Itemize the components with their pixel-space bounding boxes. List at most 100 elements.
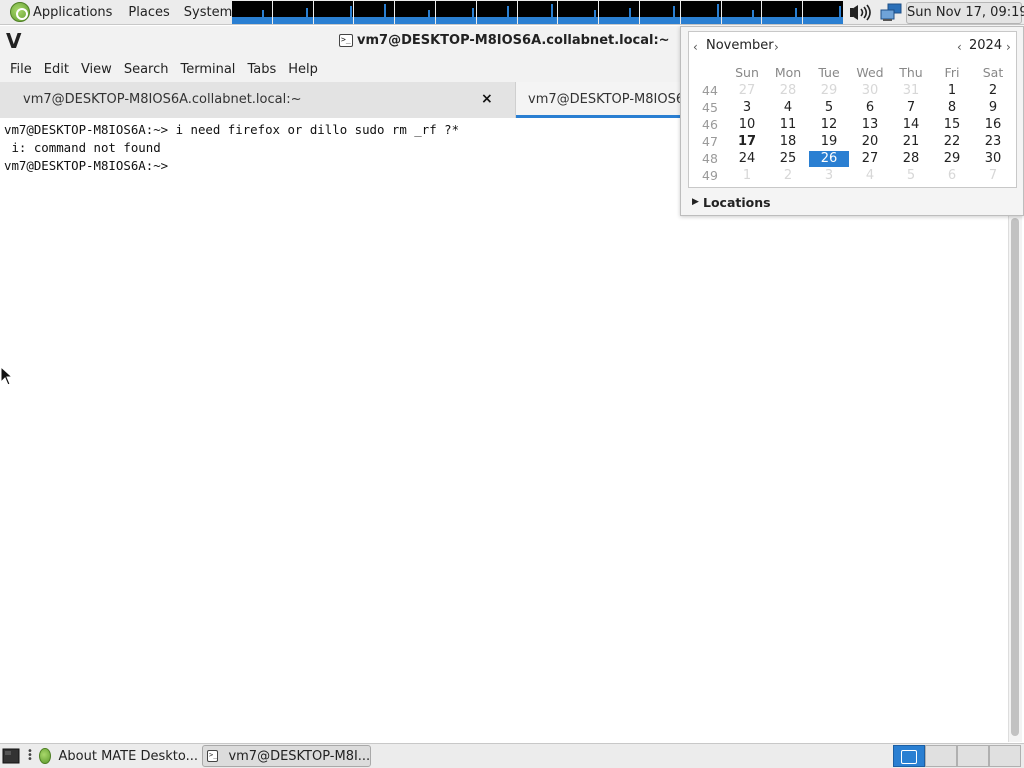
previous-month-icon[interactable]: ‹ <box>693 40 698 54</box>
clock-button[interactable]: Sun Nov 17, 09:19 <box>906 2 1024 24</box>
monitor-graph-spike <box>428 10 431 24</box>
monitor-graph-cell <box>435 1 476 24</box>
day-cell[interactable]: 10 <box>727 117 767 133</box>
day-cell[interactable]: 27 <box>850 151 890 167</box>
day-cell[interactable]: 28 <box>891 151 931 167</box>
network-icon[interactable] <box>880 3 902 22</box>
day-cell[interactable]: 5 <box>809 100 849 116</box>
window-title: vm7@DESKTOP-M8IOS6A.collabnet.local:~ <box>357 33 670 48</box>
month-label: November <box>706 38 774 53</box>
day-header: Wed <box>856 65 884 80</box>
show-desktop-icon[interactable] <box>2 748 20 764</box>
day-cell[interactable]: 29 <box>932 151 972 167</box>
workspace-4[interactable] <box>989 745 1021 767</box>
day-cell[interactable]: 29 <box>809 83 849 99</box>
day-cell[interactable]: 2 <box>768 168 808 184</box>
monitor-graph-fill <box>354 17 395 24</box>
day-cell[interactable]: 27 <box>727 83 767 99</box>
day-cell[interactable]: 7 <box>891 100 931 116</box>
menu-tabs[interactable]: Tabs <box>242 62 281 77</box>
day-cell[interactable]: 25 <box>768 151 808 167</box>
mate-logo-icon <box>10 2 30 22</box>
expand-arrow-icon[interactable]: ▶ <box>692 197 699 207</box>
system-monitor-applet[interactable] <box>232 1 844 24</box>
panel-handle[interactable]: • • • <box>27 747 33 765</box>
week-number: 48 <box>702 151 718 166</box>
monitor-graph-spike <box>349 6 352 24</box>
window-menu-icon[interactable]: V <box>6 29 21 53</box>
day-cell[interactable]: 1 <box>932 83 972 99</box>
day-cell[interactable]: 21 <box>891 134 931 150</box>
workspace-2[interactable] <box>925 745 957 767</box>
day-cell[interactable]: 20 <box>850 134 890 150</box>
locations-expander[interactable]: Locations <box>703 195 771 210</box>
day-cell[interactable]: 16 <box>973 117 1013 133</box>
today-day-cell[interactable]: 17 <box>727 134 767 150</box>
day-cell[interactable]: 3 <box>727 100 767 116</box>
day-header: Mon <box>774 65 802 80</box>
day-cell[interactable]: 3 <box>809 168 849 184</box>
day-cell[interactable]: 18 <box>768 134 808 150</box>
day-cell[interactable]: 4 <box>768 100 808 116</box>
close-tab-icon[interactable]: × <box>481 91 493 107</box>
day-header: Sun <box>735 65 759 80</box>
day-cell[interactable]: 13 <box>850 117 890 133</box>
day-cell[interactable]: 11 <box>768 117 808 133</box>
tab-terminal-1[interactable]: vm7@DESKTOP-M8IOS6A.collabnet.local:~ × <box>0 82 516 118</box>
menu-help[interactable]: Help <box>283 62 323 77</box>
workspace-3[interactable] <box>957 745 989 767</box>
places-menu[interactable]: Places <box>123 0 174 25</box>
monitor-graph-cell <box>313 1 354 24</box>
scrollbar-thumb[interactable] <box>1011 218 1019 736</box>
next-year-icon[interactable]: › <box>1006 40 1011 54</box>
day-cell[interactable]: 8 <box>932 100 972 116</box>
day-cell[interactable]: 9 <box>973 100 1013 116</box>
monitor-graph-spike <box>672 6 675 24</box>
day-cell[interactable]: 2 <box>973 83 1013 99</box>
day-cell[interactable]: 28 <box>768 83 808 99</box>
mate-logo-icon <box>39 748 51 764</box>
day-cell[interactable]: 1 <box>727 168 767 184</box>
day-cell[interactable]: 19 <box>809 134 849 150</box>
day-cell[interactable]: 12 <box>809 117 849 133</box>
monitor-graph-cell <box>272 1 313 24</box>
day-header: Sat <box>982 65 1004 80</box>
day-cell[interactable]: 6 <box>850 100 890 116</box>
day-cell[interactable]: 4 <box>850 168 890 184</box>
selected-day-cell[interactable]: 26 <box>809 151 849 167</box>
menu-search[interactable]: Search <box>119 62 174 77</box>
menu-terminal[interactable]: Terminal <box>175 62 240 77</box>
taskbar-item-terminal[interactable]: >_ vm7@DESKTOP-M8I... <box>202 745 371 767</box>
day-cell[interactable]: 6 <box>932 168 972 184</box>
day-header: Thu <box>899 65 923 80</box>
year-label: 2024 <box>969 38 1003 53</box>
monitor-graph-fill <box>721 17 762 24</box>
workspace-1[interactable] <box>893 745 925 767</box>
day-cell[interactable]: 7 <box>973 168 1013 184</box>
next-month-icon[interactable]: › <box>774 40 779 54</box>
day-cell[interactable]: 15 <box>932 117 972 133</box>
previous-year-icon[interactable]: ‹ <box>957 40 962 54</box>
menu-view[interactable]: View <box>76 62 117 77</box>
day-cell[interactable]: 22 <box>932 134 972 150</box>
day-cell[interactable]: 5 <box>891 168 931 184</box>
monitor-graph-spike <box>839 6 842 24</box>
applications-menu[interactable]: Applications <box>0 0 117 25</box>
system-menu[interactable]: System <box>179 0 237 25</box>
day-header: Tue <box>818 65 840 80</box>
monitor-graph-fill <box>313 17 354 24</box>
workspace-switcher[interactable] <box>893 745 1021 767</box>
day-cell[interactable]: 14 <box>891 117 931 133</box>
day-cell[interactable]: 23 <box>973 134 1013 150</box>
day-cell[interactable]: 30 <box>850 83 890 99</box>
day-cell[interactable]: 30 <box>973 151 1013 167</box>
day-cell[interactable]: 31 <box>891 83 931 99</box>
terminal-icon: >_ <box>207 750 219 762</box>
menu-edit[interactable]: Edit <box>39 62 74 77</box>
day-cell[interactable]: 24 <box>727 151 767 167</box>
taskbar-item-about-mate[interactable]: About MATE Deskto... <box>36 745 198 767</box>
top-panel: Applications Places System Sun Nov 17, 0… <box>0 0 1024 25</box>
volume-icon[interactable] <box>850 3 878 22</box>
menu-file[interactable]: File <box>5 62 37 77</box>
monitor-graph-spike <box>795 8 798 24</box>
